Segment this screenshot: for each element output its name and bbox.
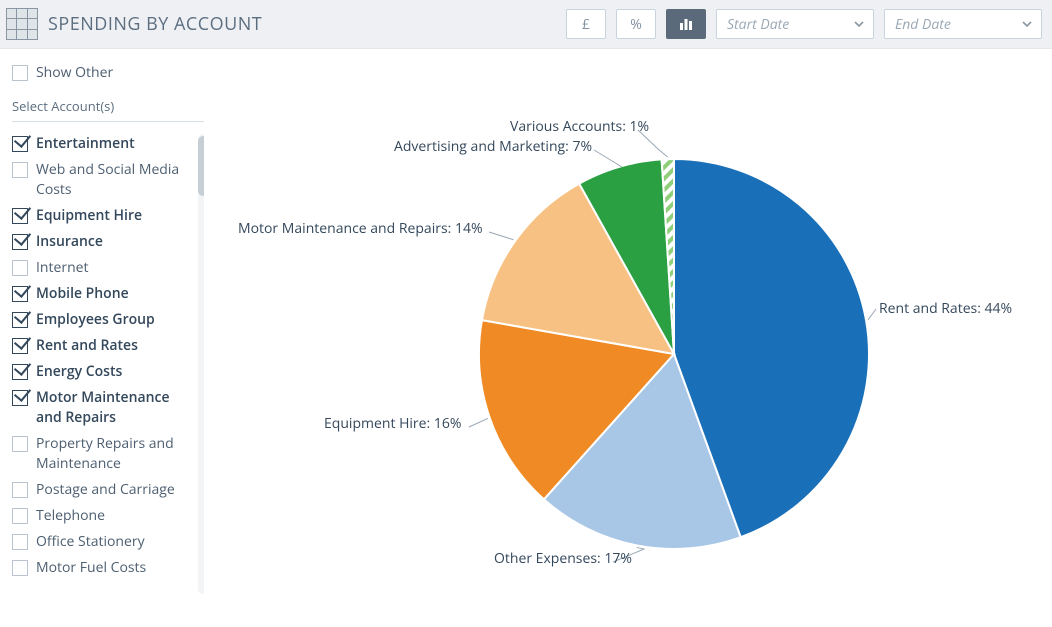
account-checkbox[interactable]: Entertainment: [12, 134, 198, 154]
pie-slice-label: Rent and Rates: 44%: [879, 299, 1012, 318]
chart-type-button[interactable]: [666, 9, 706, 39]
start-date-placeholder: Start Date: [727, 15, 789, 34]
pie-slice-label: Equipment Hire: 16%: [324, 414, 461, 433]
account-checkbox[interactable]: Web and Social Media Costs: [12, 160, 198, 200]
start-date-input[interactable]: Start Date: [716, 9, 874, 39]
select-accounts-header: Select Account(s): [12, 97, 204, 122]
account-label: Web and Social Media Costs: [36, 160, 198, 200]
end-date-placeholder: End Date: [895, 15, 951, 34]
chart-area: Rent and Rates: 44% Other Expenses: 17% Eq…: [214, 49, 1052, 627]
header-bar: SPENDING BY ACCOUNT £ % Start Date End D…: [0, 0, 1052, 49]
account-list: Entertainment Web and Social Media Costs E…: [12, 134, 204, 594]
page-title: SPENDING BY ACCOUNT: [48, 12, 556, 36]
account-checkbox[interactable]: Motor Fuel Costs: [12, 558, 198, 578]
scrollbar-thumb[interactable]: [198, 136, 204, 196]
account-label: Rent and Rates: [36, 336, 138, 356]
chevron-down-icon: [853, 18, 865, 30]
leader-line: [868, 309, 876, 320]
account-checkbox[interactable]: Property Repairs and Maintenance: [12, 434, 198, 474]
account-label: Telephone: [36, 506, 105, 526]
account-label: Motor Fuel Costs: [36, 558, 146, 578]
account-checkbox[interactable]: Rent and Rates: [12, 336, 198, 356]
pie-slice-label: Various Accounts: 1%: [510, 117, 649, 136]
chevron-down-icon: [1021, 18, 1033, 30]
show-other-label: Show Other: [36, 63, 113, 83]
account-checkbox[interactable]: Internet: [12, 258, 198, 278]
bar-chart-icon: [679, 17, 693, 31]
grid-icon: [6, 8, 38, 40]
account-checkbox[interactable]: Employees Group: [12, 310, 198, 330]
leader-line: [469, 418, 488, 427]
account-label: Employees Group: [36, 310, 155, 330]
account-label: Office Stationery: [36, 532, 145, 552]
account-label: Internet: [36, 258, 89, 278]
account-checkbox[interactable]: Equipment Hire: [12, 206, 198, 226]
pie-slice-label: Motor Maintenance and Repairs: 14%: [238, 219, 483, 238]
account-checkbox[interactable]: Telephone: [12, 506, 198, 526]
account-checkbox[interactable]: Energy Costs: [12, 362, 198, 382]
account-label: Mobile Phone: [36, 284, 129, 304]
end-date-input[interactable]: End Date: [884, 9, 1042, 39]
account-label: Entertainment: [36, 134, 135, 154]
account-checkbox[interactable]: Motor Maintenance and Repairs: [12, 388, 198, 428]
pie-slice-label: Other Expenses: 17%: [494, 549, 632, 568]
leader-line: [489, 232, 514, 240]
scrollbar-track[interactable]: [198, 134, 204, 594]
account-checkbox[interactable]: Mobile Phone: [12, 284, 198, 304]
account-label: Property Repairs and Maintenance: [36, 434, 198, 474]
account-label: Energy Costs: [36, 362, 122, 382]
filter-pane: Show Other Select Account(s) Entertainme…: [0, 49, 214, 627]
pie-slice-label: Advertising and Marketing: 7%: [394, 137, 592, 156]
leader-line: [594, 150, 622, 167]
account-label: Postage and Carriage: [36, 480, 175, 500]
currency-toggle[interactable]: £: [566, 9, 606, 39]
show-other-checkbox[interactable]: Show Other: [12, 63, 204, 83]
account-label: Motor Maintenance and Repairs: [36, 388, 198, 428]
percent-toggle[interactable]: %: [616, 9, 656, 39]
account-label: Insurance: [36, 232, 103, 252]
account-checkbox[interactable]: Postage and Carriage: [12, 480, 198, 500]
account-checkbox[interactable]: Office Stationery: [12, 532, 198, 552]
account-checkbox[interactable]: Insurance: [12, 232, 198, 252]
account-label: Equipment Hire: [36, 206, 142, 226]
